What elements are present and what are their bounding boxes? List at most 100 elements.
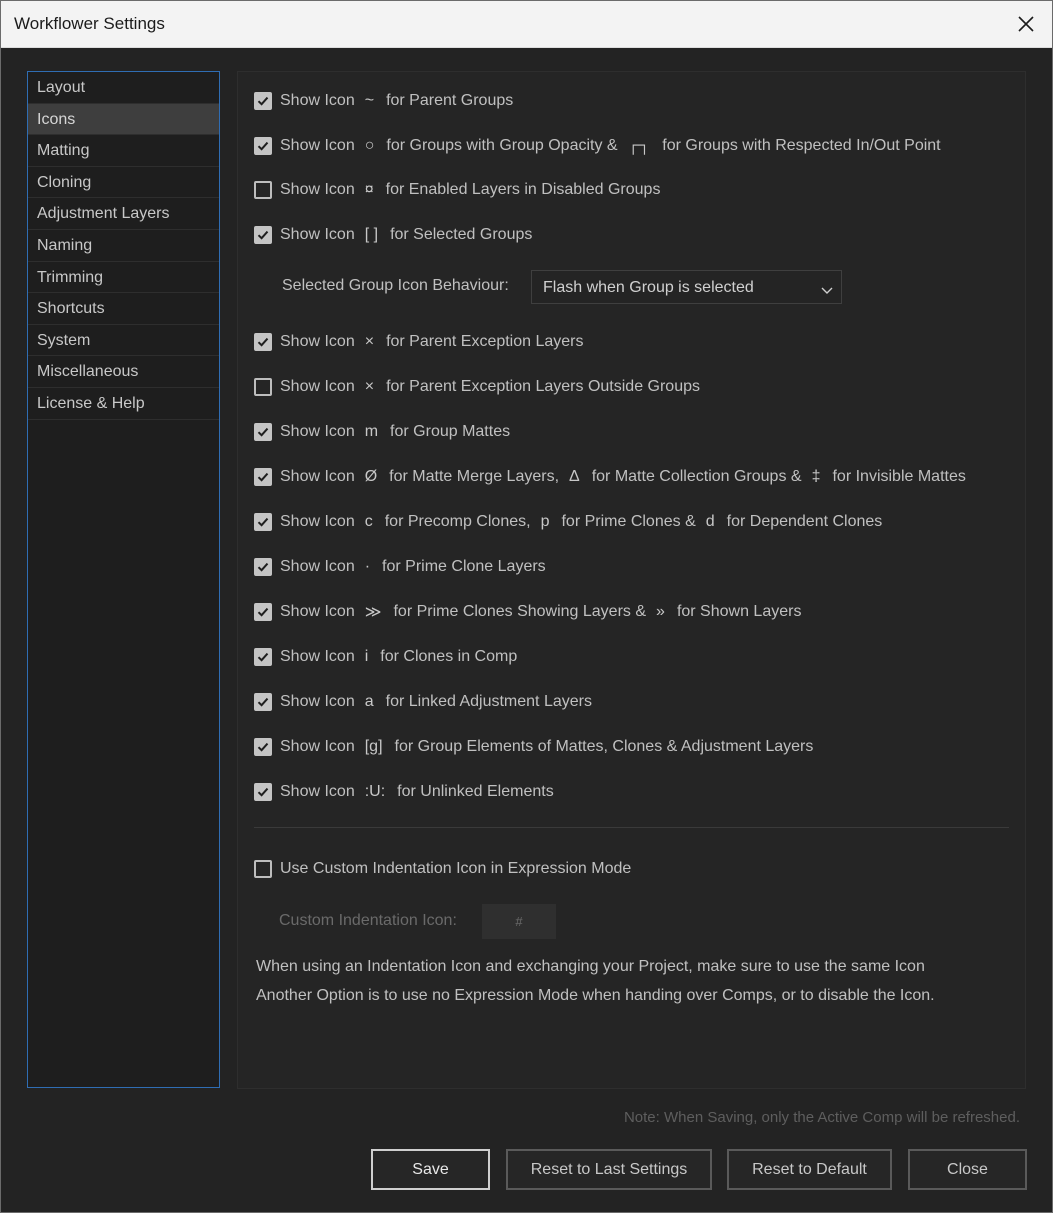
option-label-text: for Groups with Group Opacity & — [386, 137, 618, 154]
close-window-icon[interactable] — [1008, 7, 1044, 41]
icon-option-row: Show Icon i for Clones in Comp — [254, 646, 517, 668]
option-icon-glyph: ‡ — [811, 468, 821, 485]
custom-indent-label: Use Custom Indentation Icon in Expressio… — [280, 860, 632, 877]
reset-default-button[interactable]: Reset to Default — [727, 1149, 892, 1190]
icon-option-row: Show Icon ○ for Groups with Group Opacity … — [254, 135, 941, 157]
reset-last-settings-button[interactable]: Reset to Last Settings — [506, 1149, 712, 1190]
option-icon-glyph: × — [364, 333, 375, 350]
option-label-text: Show Icon — [280, 468, 355, 485]
sidebar-item[interactable]: Trimming — [28, 262, 219, 294]
sidebar-item[interactable]: Cloning — [28, 167, 219, 199]
option-label-text: for Enabled Layers in Disabled Groups — [385, 181, 661, 198]
icon-option-row: Show Icon ≫ for Prime Clones Showing Layer… — [254, 601, 801, 623]
option-label-text: for Matte Collection Groups & — [591, 468, 802, 485]
option-checkbox[interactable] — [254, 693, 272, 711]
option-checkbox[interactable] — [254, 378, 272, 396]
option-label-text: for Precomp Clones, — [384, 513, 531, 530]
option-icon-glyph: i — [364, 648, 369, 665]
sidebar-item[interactable]: Matting — [28, 135, 219, 167]
option-checkbox[interactable] — [254, 423, 272, 441]
option-label-text: Show Icon — [280, 423, 355, 440]
sidebar-item[interactable]: Naming — [28, 230, 219, 262]
option-label-text: for Prime Clone Layers — [382, 558, 546, 575]
option-label-text: Show Icon — [280, 333, 355, 350]
option-checkbox[interactable] — [254, 513, 272, 531]
save-button[interactable]: Save — [371, 1149, 490, 1190]
chevron-down-icon — [821, 282, 833, 300]
option-checkbox[interactable] — [254, 468, 272, 486]
option-label-text: Show Icon — [280, 92, 355, 109]
option-icon-glyph: c — [364, 513, 373, 530]
option-checkbox[interactable] — [254, 738, 272, 756]
option-label-text: for Unlinked Elements — [397, 783, 554, 800]
sidebar-item[interactable]: System — [28, 325, 219, 357]
option-label-text: for Parent Groups — [386, 92, 514, 109]
option-icon-glyph: a — [364, 693, 374, 710]
option-label-text: for Matte Merge Layers, — [389, 468, 560, 485]
section-divider — [254, 827, 1009, 828]
option-label-text: Show Icon — [280, 513, 355, 530]
option-checkbox[interactable] — [254, 92, 272, 110]
option-checkbox[interactable] — [254, 603, 272, 621]
sidebar-item[interactable]: License & Help — [28, 388, 219, 420]
option-label-text: for Prime Clones & — [561, 513, 696, 530]
option-checkbox[interactable] — [254, 558, 272, 576]
icon-option-row: Show Icon × for Parent Exception Layers — [254, 331, 584, 353]
custom-indent-input[interactable] — [482, 904, 556, 939]
option-icon-glyph: [ ] — [364, 226, 379, 243]
option-icon-glyph: d — [705, 513, 715, 530]
option-icon-glyph: Δ — [569, 468, 580, 485]
icon-option-row: Show Icon ~ for Parent Groups — [254, 90, 513, 112]
option-checkbox[interactable] — [254, 137, 272, 155]
info-line-1: When using an Indentation Icon and excha… — [256, 958, 925, 975]
sidebar-item[interactable]: Shortcuts — [28, 293, 219, 325]
option-icon-glyph: ┌┐ — [627, 137, 651, 154]
option-checkbox[interactable] — [254, 333, 272, 351]
custom-indent-field-label: Custom Indentation Icon: — [279, 912, 457, 929]
option-checkbox[interactable] — [254, 783, 272, 801]
option-label-text: for Parent Exception Layers Outside Grou… — [386, 378, 700, 395]
sidebar-item[interactable]: Miscellaneous — [28, 356, 219, 388]
icon-option-row: Show Icon × for Parent Exception Layers Ou… — [254, 376, 700, 398]
close-button[interactable]: Close — [908, 1149, 1027, 1190]
custom-indent-checkbox[interactable] — [254, 860, 272, 878]
option-label-text: Show Icon — [280, 558, 355, 575]
sidebar-item[interactable]: Adjustment Layers — [28, 198, 219, 230]
option-label-text: for Selected Groups — [390, 226, 533, 243]
option-label-text: for Linked Adjustment Layers — [385, 693, 592, 710]
option-label-text: for Shown Layers — [676, 603, 802, 620]
save-note: Note: When Saving, only the Active Comp … — [623, 1109, 1020, 1126]
option-label-text: for Clones in Comp — [380, 648, 518, 665]
icon-option-row: Show Icon · for Prime Clone Layers — [254, 556, 546, 578]
settings-sidebar: Layout Icons Matting Cloning Adjustment Laye… — [27, 71, 220, 1088]
option-label-text: Show Icon — [280, 226, 355, 243]
option-label-text: Show Icon — [280, 738, 355, 755]
icon-option-row: Show Icon ¤ for Enabled Layers in Disabled… — [254, 179, 660, 201]
option-label-text: for Invisible Mattes — [832, 468, 966, 485]
option-checkbox[interactable] — [254, 648, 272, 666]
title-bar: Workflower Settings — [1, 1, 1052, 48]
icon-option-row: Show Icon c for Precomp Clones, p for Prime … — [254, 511, 882, 533]
option-icon-glyph: p — [540, 513, 550, 530]
option-label-text: for Parent Exception Layers — [386, 333, 584, 350]
option-icon-glyph: Ø — [364, 468, 378, 485]
option-checkbox[interactable] — [254, 181, 272, 199]
option-checkbox[interactable] — [254, 226, 272, 244]
option-label-text: Show Icon — [280, 693, 355, 710]
sidebar-item[interactable]: Icons — [28, 103, 219, 136]
option-icon-glyph: ○ — [364, 137, 375, 154]
behaviour-dropdown[interactable]: Flash when Group is selected — [531, 270, 842, 304]
custom-indent-option: Use Custom Indentation Icon in Expressio… — [254, 858, 631, 880]
option-icon-glyph: ~ — [364, 92, 375, 109]
icon-option-row: Show Icon [g] for Group Elements of Mattes… — [254, 736, 813, 758]
window-title: Workflower Settings — [14, 14, 165, 33]
option-label-text: Show Icon — [280, 603, 355, 620]
option-icon-glyph: ¤ — [364, 181, 374, 198]
info-line-2: Another Option is to use no Expression M… — [256, 987, 935, 1004]
option-icon-glyph: m — [364, 423, 379, 440]
icon-option-row: Show Icon:U: for Unlinked Elements — [254, 781, 554, 803]
sidebar-item[interactable]: Layout — [28, 72, 219, 104]
option-label-text: Show Icon — [280, 783, 355, 800]
option-label-text: Show Icon — [280, 137, 355, 154]
icon-option-row: Show Icon m for Group Mattes — [254, 421, 510, 443]
